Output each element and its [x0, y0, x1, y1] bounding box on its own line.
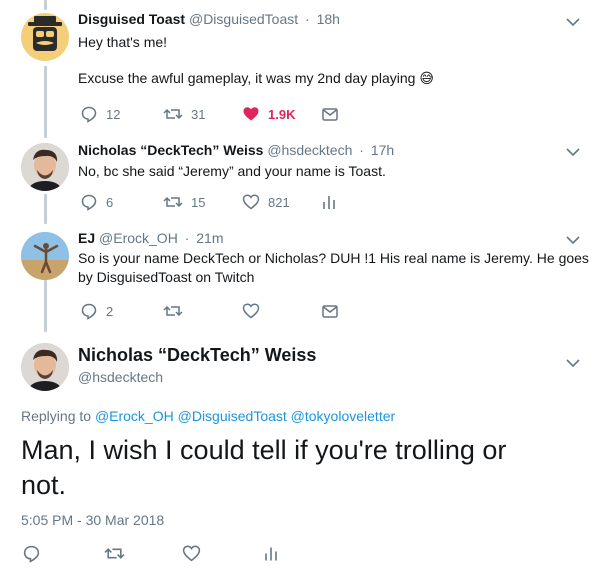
profile-photo-icon — [21, 143, 69, 191]
reply-icon — [81, 303, 97, 320]
profile-photo-icon — [21, 343, 69, 391]
chevron-down-icon[interactable] — [565, 146, 581, 158]
reply-count: 6 — [106, 194, 114, 210]
mention-link[interactable]: @DisguisedToast — [178, 408, 287, 424]
like-count: 821 — [268, 194, 290, 210]
avatar[interactable] — [21, 232, 69, 280]
heart-icon — [242, 303, 260, 319]
reply-count: 12 — [106, 106, 121, 122]
retweet-button[interactable]: 31 — [163, 104, 205, 124]
chevron-down-icon[interactable] — [565, 357, 581, 369]
direct-message-button[interactable] — [321, 104, 339, 124]
retweet-icon — [163, 196, 183, 208]
retweet-icon — [104, 547, 125, 559]
analytics-icon — [323, 196, 335, 209]
tweet-header: Disguised Toast @DisguisedToast · 18h — [78, 11, 340, 27]
toast-mascot-icon — [28, 16, 62, 51]
retweet-button[interactable] — [163, 301, 183, 321]
user-handle[interactable]: @hsdecktech — [267, 142, 352, 158]
tweet-disguised-toast[interactable]: Disguised Toast @DisguisedToast · 18h He… — [0, 0, 603, 135]
reply-button[interactable]: 6 — [80, 192, 113, 212]
profile-photo-icon — [21, 232, 69, 280]
like-button[interactable] — [242, 301, 260, 321]
tweet-text-line: So is your name DeckTech or Nicholas? DU… — [78, 250, 589, 266]
display-name[interactable]: Nicholas “DeckTech” Weiss — [78, 142, 263, 158]
tweet-text-segment: Excuse the awful gameplay, it was my 2nd… — [78, 70, 416, 86]
sweat-smile-emoji: 😅 — [419, 71, 434, 87]
reply-icon — [23, 545, 40, 563]
tweet-time[interactable]: 18h — [317, 11, 340, 27]
analytics-button[interactable] — [321, 192, 337, 212]
tweet-timestamp[interactable]: 5:05 PM - 30 Mar 2018 — [21, 512, 164, 528]
separator: · — [184, 230, 190, 246]
like-button[interactable]: 1.9K — [242, 104, 295, 124]
heart-icon — [243, 107, 259, 121]
avatar[interactable] — [21, 13, 69, 61]
display-name[interactable]: Disguised Toast — [78, 11, 185, 27]
tweet-text-line: Excuse the awful gameplay, it was my 2nd… — [78, 69, 434, 89]
user-handle[interactable]: @hsdecktech — [78, 369, 163, 385]
replying-to: Replying to @Erock_OH @DisguisedToast @t… — [21, 408, 395, 424]
tweet-actions — [22, 543, 322, 563]
retweet-count: 31 — [191, 106, 206, 122]
tweet-header: Nicholas “DeckTech” Weiss @hsdecktech · … — [78, 142, 394, 158]
tweet-text: So is your name DeckTech or Nicholas? DU… — [78, 249, 589, 287]
retweet-button[interactable] — [104, 543, 125, 563]
tweet-text-line: by DisguisedToast on Twitch — [78, 269, 255, 285]
tweet-text: Man, I wish I could tell if you're troll… — [21, 433, 506, 503]
message-icon — [322, 108, 338, 121]
user-handle[interactable]: @Erock_OH — [99, 230, 178, 246]
display-name[interactable]: EJ — [78, 230, 95, 246]
reply-count: 2 — [106, 303, 114, 319]
avatar[interactable] — [21, 343, 69, 391]
tweet-time[interactable]: 21m — [196, 230, 223, 246]
like-button[interactable] — [182, 543, 201, 563]
chevron-down-icon[interactable] — [565, 16, 581, 28]
tweet-actions: 6 15 821 — [80, 192, 380, 212]
display-name[interactable]: Nicholas “DeckTech” Weiss — [78, 345, 316, 366]
user-handle[interactable]: @DisguisedToast — [189, 11, 298, 27]
reply-button[interactable] — [22, 543, 41, 563]
separator: · — [305, 11, 310, 27]
tweet-text-line: not. — [21, 470, 67, 500]
heart-icon — [242, 194, 260, 210]
reply-icon — [81, 106, 97, 123]
mention-link[interactable]: @Erock_OH — [95, 408, 174, 424]
tweet-thread: Disguised Toast @DisguisedToast · 18h He… — [0, 0, 603, 581]
tweet-header: EJ @Erock_OH · 21m — [78, 230, 224, 246]
reply-button[interactable]: 2 — [80, 301, 113, 321]
message-icon — [322, 305, 338, 318]
tweet-text: Hey that's me! Excuse the awful gameplay… — [78, 33, 434, 89]
reply-button[interactable]: 12 — [80, 104, 120, 124]
tweet-ej[interactable]: EJ @Erock_OH · 21m So is your name DeckT… — [0, 224, 603, 332]
focused-tweet: Nicholas “DeckTech” Weiss @hsdecktech Re… — [0, 332, 603, 581]
analytics-button[interactable] — [263, 543, 279, 563]
tweet-text: No, bc she said “Jeremy” and your name i… — [78, 163, 386, 179]
analytics-icon — [265, 547, 277, 560]
tweet-text-line: Hey that's me! — [78, 34, 168, 50]
mention-link[interactable]: @tokyoloveletter — [291, 408, 395, 424]
tweet-actions: 2 — [80, 301, 380, 321]
replying-to-label: Replying to — [21, 408, 92, 424]
retweet-button[interactable]: 15 — [163, 192, 205, 212]
tweet-text-line: Man, I wish I could tell if you're troll… — [21, 435, 507, 465]
like-button[interactable]: 821 — [242, 192, 290, 212]
retweet-count: 15 — [191, 194, 206, 210]
direct-message-button[interactable] — [321, 301, 339, 321]
retweet-icon — [163, 305, 183, 317]
retweet-icon — [163, 108, 183, 120]
chevron-down-icon[interactable] — [565, 234, 581, 246]
tweet-actions: 12 31 1.9K — [80, 104, 380, 124]
tweet-time[interactable]: 17h — [371, 142, 394, 158]
separator: · — [359, 142, 364, 158]
avatar[interactable] — [21, 143, 69, 191]
heart-icon — [182, 545, 201, 561]
like-count: 1.9K — [268, 106, 296, 122]
reply-icon — [81, 194, 97, 211]
tweet-nicholas-weiss[interactable]: Nicholas “DeckTech” Weiss @hsdecktech · … — [0, 135, 603, 225]
